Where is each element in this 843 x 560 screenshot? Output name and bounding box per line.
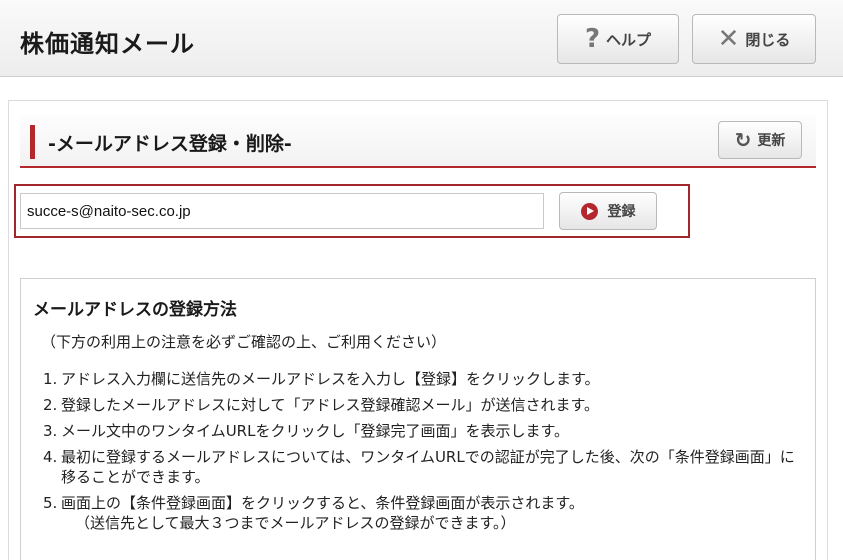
close-button[interactable]: ✕ 閉じる	[692, 14, 816, 64]
email-input[interactable]	[20, 193, 544, 229]
step-item: 2. 登録したメールアドレスに対して「アドレス登録確認メール」が送信されます。	[43, 396, 600, 414]
refresh-label: 更新	[757, 133, 786, 149]
app-title: 株価通知メール	[20, 30, 195, 58]
section-title: -メールアドレス登録・削除-	[48, 133, 292, 155]
step-item: 4. 最初に登録するメールアドレスについては、ワンタイムURLでの認証が完了した…	[43, 448, 795, 486]
steps-list: 1. アドレス入力欄に送信先のメールアドレスを入力し【登録】をクリックします。 …	[21, 369, 801, 539]
play-circle-icon	[580, 202, 598, 220]
x-icon: ✕	[717, 24, 740, 54]
section-header: -メールアドレス登録・削除- ↻ 更新	[20, 115, 816, 168]
refresh-button[interactable]: ↻ 更新	[718, 121, 802, 159]
email-form: 登録	[14, 184, 690, 238]
question-icon: ?	[584, 24, 601, 54]
register-label: 登録	[607, 204, 636, 220]
help-label: ヘルプ	[606, 30, 652, 49]
step-item: 3. メール文中のワンタイムURLをクリックし「登録完了画面」を表示します。	[43, 422, 569, 440]
help-button[interactable]: ? ヘルプ	[557, 14, 679, 64]
info-note: （下方の利用上の注意を必ずご確認の上、ご利用ください）	[41, 333, 447, 351]
step-item: 5. 画面上の【条件登録画面】をクリックすると、条件登録画面が表示されます。 （…	[43, 494, 584, 532]
register-button[interactable]: 登録	[559, 192, 657, 230]
registration-info: メールアドレスの登録方法 （下方の利用上の注意を必ずご確認の上、ご利用ください）…	[20, 278, 816, 560]
section-accent-bar	[30, 125, 35, 159]
step-item: 1. アドレス入力欄に送信先のメールアドレスを入力し【登録】をクリックします。	[43, 370, 600, 388]
close-label: 閉じる	[745, 30, 791, 49]
top-bar: 株価通知メール ? ヘルプ ✕ 閉じる	[0, 0, 843, 77]
info-title: メールアドレスの登録方法	[33, 300, 237, 320]
refresh-icon: ↻	[734, 128, 752, 152]
